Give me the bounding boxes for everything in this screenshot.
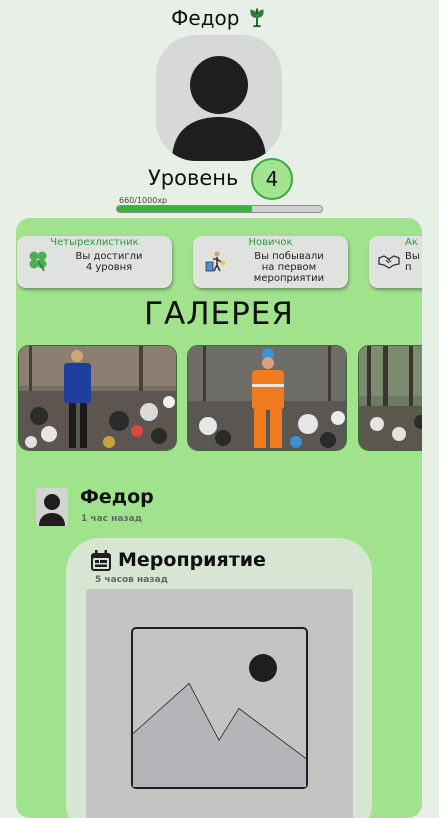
achievement-card[interactable]: Новичок Вы побывали на первом мероприяти… [193, 236, 348, 288]
image-placeholder-icon [131, 627, 308, 789]
event-card[interactable]: Мероприятие 5 часов назад [66, 538, 372, 818]
level-label: Уровень [148, 166, 239, 190]
profile-name: Федор [171, 6, 240, 30]
event-image[interactable] [86, 589, 353, 818]
user-silhouette-icon [172, 56, 266, 161]
gallery-row[interactable] [16, 345, 422, 453]
gallery-photo[interactable] [358, 345, 422, 451]
achievement-desc-line: п [405, 262, 412, 273]
achievement-desc: Вы побывали на первом мероприятии [237, 251, 341, 284]
achievement-desc-line: мероприятии [253, 273, 325, 284]
xp-progress-bar [116, 205, 323, 213]
level-value: 4 [265, 167, 279, 191]
achievement-card[interactable]: Ак Вы п [369, 236, 422, 288]
post-author-name[interactable]: Федор [80, 486, 154, 508]
achievement-title: Четырехлистник [50, 237, 139, 248]
achievement-title: Новичок [248, 237, 293, 248]
achievement-desc-line: Вы побывали [254, 251, 324, 262]
xp-progress-fill [117, 206, 253, 212]
achievements-row[interactable]: Четырехлистник Вы достигли 4 уровня Нови… [16, 236, 422, 290]
achievement-desc-line: Вы [405, 251, 420, 262]
volunteer-orange-jacket-photo [188, 346, 346, 450]
profile-avatar[interactable] [156, 35, 282, 161]
profile-content-panel[interactable]: Четырехлистник Вы достигли 4 уровня Нови… [16, 218, 422, 818]
post-timestamp: 1 час назад [81, 514, 142, 524]
achievement-title: Ак [405, 237, 418, 248]
achievement-card[interactable]: Четырехлистник Вы достигли 4 уровня [17, 236, 172, 288]
clover-icon [29, 251, 47, 272]
achievement-desc-line: на первом [261, 262, 317, 273]
volunteer-cleanup-icon [205, 251, 225, 272]
profile-name-header: Федор [0, 6, 439, 30]
achievement-desc: Вы п [405, 251, 422, 273]
achievement-desc: Вы достигли 4 уровня [57, 251, 161, 273]
xp-text: 660/1000xp [119, 196, 168, 205]
achievement-desc-line: 4 уровня [85, 262, 133, 273]
volunteer-blue-jacket-photo [19, 346, 176, 450]
trash-forest-photo [359, 346, 422, 450]
event-timestamp: 5 часов назад [95, 575, 168, 585]
gallery-photo[interactable] [187, 345, 347, 451]
tree-leaf-icon [250, 7, 264, 28]
calendar-icon [91, 550, 111, 571]
achievement-desc-line: Вы достигли [75, 251, 143, 262]
post-author-avatar[interactable] [36, 488, 68, 526]
gallery-title: ГАЛЕРЕЯ [144, 296, 294, 332]
event-title[interactable]: Мероприятие [118, 549, 266, 571]
handshake-icon [378, 255, 400, 269]
user-silhouette-icon [39, 494, 65, 526]
gallery-photo[interactable] [18, 345, 177, 451]
level-badge: 4 [251, 158, 293, 200]
